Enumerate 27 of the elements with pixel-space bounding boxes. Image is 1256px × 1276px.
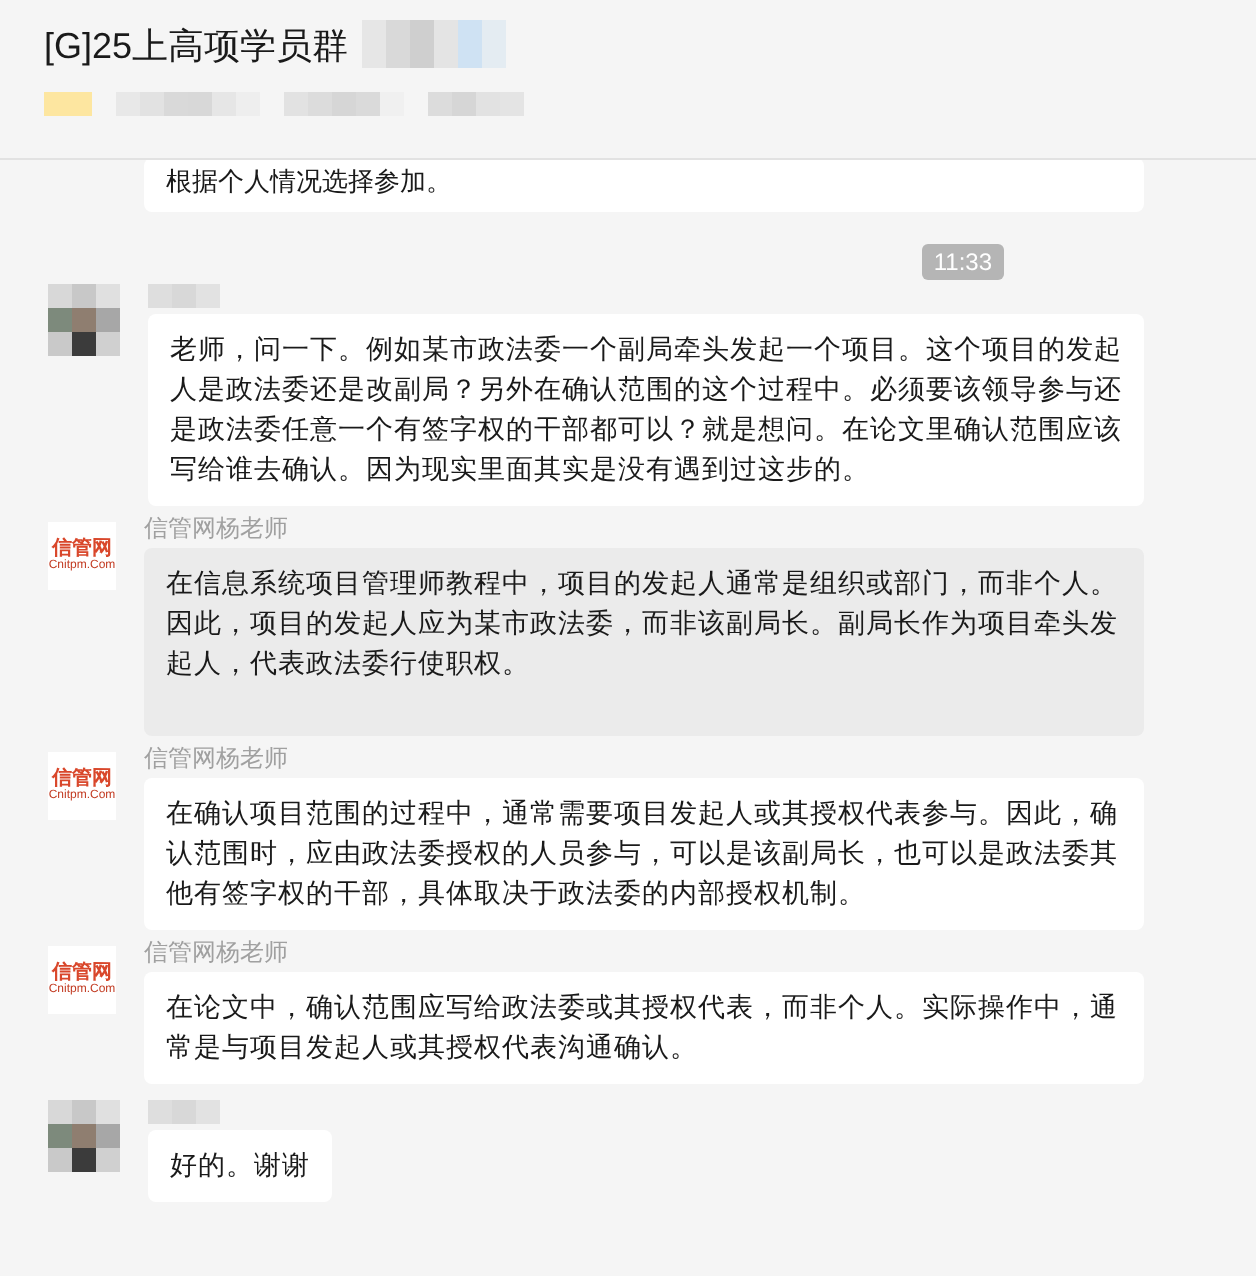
message-text: 好的。谢谢 [170,1148,310,1184]
message-bubble[interactable]: 在确认项目范围的过程中，通常需要项目发起人或其授权代表参与。因此，确认范围时，应由政法委授权的人员参与，可以是该副局长，也可以是政法委其他有签字权的干部，具体取决于政法委的内部授权机制。 [144,778,1144,930]
timestamp: 11:33 [921,244,1004,280]
message-text: 在确认项目范围的过程中，通常需要项目发起人或其授权代表参与。因此，确认范围时，应由政法委授权的人员参与，可以是该副局长，也可以是政法委其他有签字权的干部，具体取决于政法委的内部授权机制。 [166,796,1120,912]
blurred-avatar [48,1100,120,1172]
message-text: 在论文中，确认范围应写给政法委或其授权代表，而非个人。实际操作中，通常是与项目发起人或其授权代表沟通确认。 [166,990,1120,1066]
message-bubble[interactable]: 老师，问一下。例如某市政法委一个副局牵头发起一个项目。这个项目的发起人是政法委还是改副局？另外在确认范围的这个过程中。必须要该领导参与还是政法委任意一个有签字权的干部都可以？就是想问。在论文里确认范围应该写给谁去确认。因为现实里面其实是没有遇到过这步的。 [148,314,1144,506]
logo-title: 信管网 [52,962,112,984]
window-title: [G]25上高项学员群 [44,24,349,70]
message-text: 老师，问一下。例如某市政法委一个副局牵头发起一个项目。这个项目的发起人是政法委还是改副局？另外在确认范围的这个过程中。必须要该领导参与还是政法委任意一个有签字权的干部都可以？就是想问。在论文里确认范围应该写给谁去确认。因为现实里面其实是没有遇到过这步的。 [170,332,1122,488]
sender-name: 信管网杨老师 [144,514,290,542]
message-text: 在信息系统项目管理师教程中，项目的发起人通常是组织或部门，而非个人。因此，项目的发起人应为某市政法委，而非该副局长。副局长作为项目牵头发起人，代表政法委行使职权。 [166,566,1120,682]
message-bubble[interactable]: 在信息系统项目管理师教程中，项目的发起人通常是组织或部门，而非个人。因此，项目的发起人应为某市政法委，而非该副局长。副局长作为项目牵头发起人，代表政法委行使职权。 [144,548,1144,736]
logo-title: 信管网 [52,768,112,790]
logo-title: 信管网 [52,538,112,560]
blurred-text [284,92,404,116]
message-bubble[interactable]: 好的。谢谢 [148,1130,332,1202]
blurred-text [116,92,260,116]
blurred-sender-name [148,1100,220,1124]
message-text: 根据个人情况选择参加。 [166,166,452,196]
blurred-icon [44,92,92,116]
blurred-sender-name [148,284,220,308]
blurred-avatar [48,284,120,356]
message-bubble[interactable]: 在论文中，确认范围应写给政法委或其授权代表，而非个人。实际操作中，通常是与项目发起人或其授权代表沟通确认。 [144,972,1144,1084]
sender-name: 信管网杨老师 [144,938,290,966]
sender-name: 信管网杨老师 [144,744,290,772]
blurred-text [428,92,524,116]
